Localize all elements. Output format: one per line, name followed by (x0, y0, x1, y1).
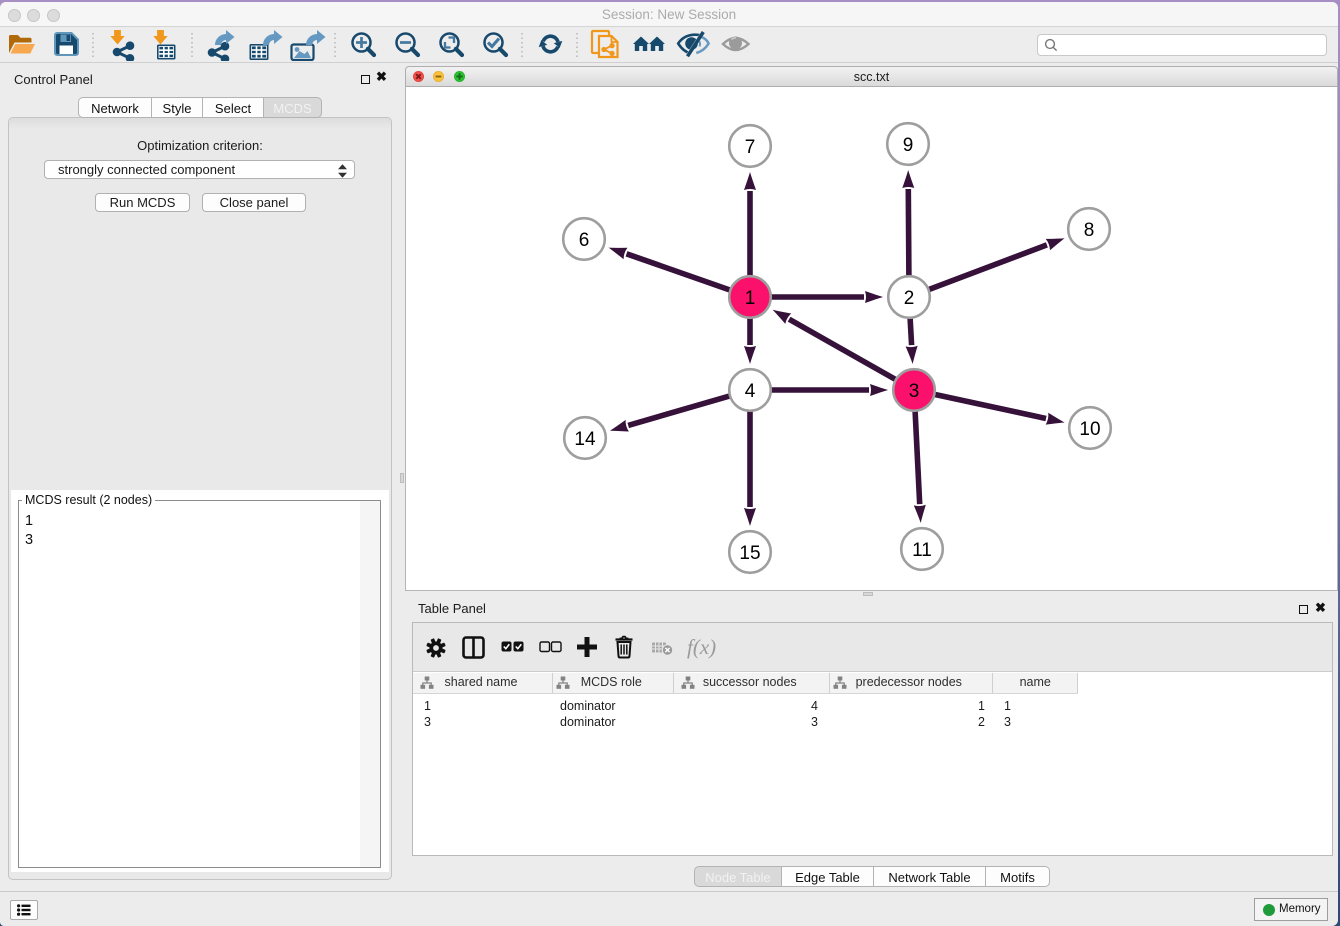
svg-text:2: 2 (904, 288, 915, 309)
svg-text:1: 1 (745, 288, 756, 309)
svg-text:3: 3 (909, 381, 920, 402)
svg-text:10: 10 (1079, 419, 1100, 440)
svg-text:14: 14 (574, 429, 596, 450)
svg-text:4: 4 (745, 381, 756, 402)
svg-text:7: 7 (745, 137, 756, 158)
svg-text:8: 8 (1084, 220, 1095, 241)
svg-text:15: 15 (739, 543, 760, 564)
svg-text:f(x): f(x) (687, 635, 716, 659)
svg-text:9: 9 (903, 135, 914, 156)
svg-text:6: 6 (579, 230, 590, 251)
svg-text:11: 11 (912, 540, 932, 561)
